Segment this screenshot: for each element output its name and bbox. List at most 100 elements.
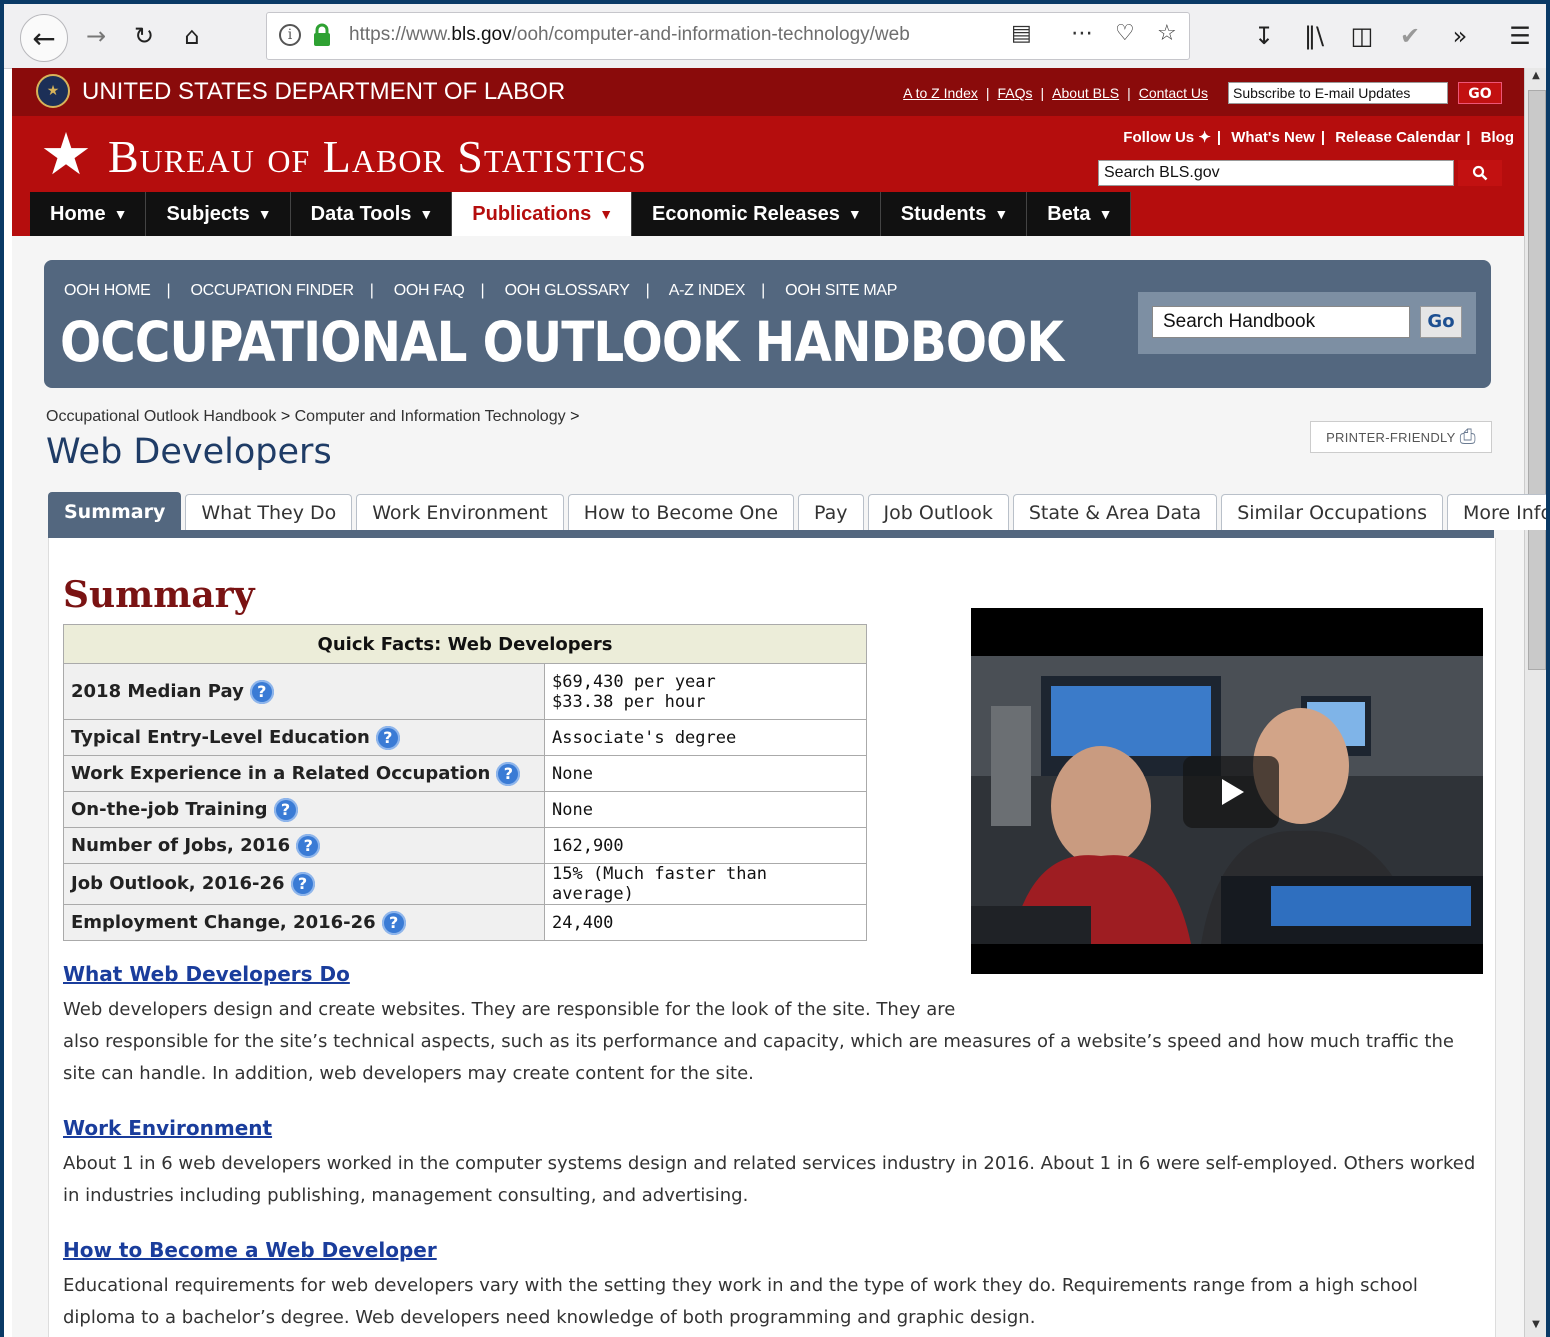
printer-icon: ⎙: [1459, 425, 1476, 448]
tab-summary[interactable]: Summary: [48, 492, 182, 530]
sidebar-icon[interactable]: ◫: [1342, 16, 1382, 56]
reload-button[interactable]: ↻: [124, 16, 164, 56]
whats-new-link[interactable]: What's New: [1231, 129, 1315, 146]
browser-window: ← → ↻ ⌂ i https://www.bls.gov/ooh/comput…: [4, 4, 1546, 1337]
about-bls-link[interactable]: About BLS: [1052, 85, 1119, 101]
bls-title[interactable]: Bureau of Labor Statistics: [108, 130, 647, 183]
bls-search-input[interactable]: Search BLS.gov: [1098, 160, 1454, 186]
video-player[interactable]: [971, 608, 1483, 974]
tab-similar-occupations[interactable]: Similar Occupations: [1221, 494, 1443, 530]
release-calendar-link[interactable]: Release Calendar: [1335, 129, 1460, 146]
scrollbar-thumb[interactable]: [1528, 90, 1546, 670]
caret-down-icon: ▼: [847, 206, 862, 222]
blog-link[interactable]: Blog: [1481, 129, 1514, 146]
reader-view-icon[interactable]: ▤: [1011, 21, 1032, 46]
help-icon[interactable]: ?: [290, 872, 315, 896]
how-to-become-text: Educational requirements for web develop…: [63, 1275, 1418, 1328]
help-icon[interactable]: ?: [496, 761, 521, 786]
ooh-nav: OOH HOME | OCCUPATION FINDER | OOH FAQ | OO…: [64, 282, 898, 299]
printer-friendly-button[interactable]: PRINTER-FRIENDLY ⎙: [1310, 421, 1492, 453]
handbook-search-input[interactable]: Search Handbook: [1152, 306, 1410, 338]
summary-panel: Summary Quick Facts: Web Developers 2018…: [48, 538, 1496, 1337]
subscribe-email-input[interactable]: Subscribe to E-mail Updates: [1228, 82, 1448, 104]
work-environment-link[interactable]: Work Environment: [63, 1116, 272, 1140]
subscribe-go-button[interactable]: GO: [1458, 82, 1502, 104]
help-icon[interactable]: ?: [296, 833, 321, 858]
nav-economic-releases[interactable]: Economic Releases ▼: [632, 192, 881, 236]
summary-heading: Summary: [63, 574, 255, 616]
how-to-become-link[interactable]: How to Become a Web Developer: [63, 1238, 437, 1262]
home-button[interactable]: ⌂: [172, 16, 212, 56]
ooh-site-map-link[interactable]: OOH SITE MAP: [785, 282, 897, 299]
help-icon[interactable]: ?: [249, 679, 274, 704]
breadcrumb-ooh-link[interactable]: Occupational Outlook Handbook: [46, 408, 276, 425]
caret-down-icon: ▼: [599, 206, 614, 222]
ooh-search-box: Search Handbook Go: [1138, 292, 1476, 354]
url-bar[interactable]: i https://www.bls.gov/ooh/computer-and-i…: [266, 12, 1190, 60]
nav-publications[interactable]: Publications ▼: [452, 192, 633, 236]
follow-us-link[interactable]: Follow Us: [1123, 129, 1194, 146]
occupation-finder-link[interactable]: OCCUPATION FINDER: [191, 282, 355, 299]
table-row: Work Experience in a Related Occupation?…: [63, 755, 867, 792]
lock-icon: [314, 23, 330, 46]
nav-data-tools[interactable]: Data Tools ▼: [290, 192, 453, 236]
download-icon[interactable]: ↧: [1244, 16, 1284, 56]
table-row: Number of Jobs, 2016? 162,900: [63, 827, 867, 864]
extension-icon[interactable]: ✔: [1390, 16, 1430, 56]
bls-star-logo-icon[interactable]: ★: [40, 124, 92, 184]
contact-us-link[interactable]: Contact Us: [1139, 85, 1208, 101]
help-icon[interactable]: ?: [273, 797, 298, 822]
ooh-home-link[interactable]: OOH HOME: [64, 282, 151, 299]
tab-underline: [48, 530, 1494, 538]
page-title: Web Developers: [46, 432, 332, 472]
tab-what-they-do[interactable]: What They Do: [185, 494, 353, 530]
ooh-faq-link[interactable]: OOH FAQ: [394, 282, 465, 299]
play-button[interactable]: [1183, 756, 1279, 828]
twitter-icon[interactable]: ✦: [1198, 129, 1211, 146]
tab-state-area-data[interactable]: State & Area Data: [1012, 494, 1218, 530]
help-icon[interactable]: ?: [375, 725, 400, 750]
nav-beta[interactable]: Beta ▼: [1027, 192, 1132, 236]
faqs-link[interactable]: FAQs: [998, 85, 1033, 101]
library-icon[interactable]: ‖\: [1294, 16, 1334, 56]
bls-search-button[interactable]: [1458, 160, 1502, 186]
dol-seal-icon[interactable]: ★: [36, 74, 70, 108]
breadcrumb: Occupational Outlook Handbook > Computer…: [46, 408, 580, 425]
nav-subjects[interactable]: Subjects ▼: [146, 192, 291, 236]
scroll-down-icon[interactable]: ▼: [1528, 1319, 1544, 1335]
ooh-banner: OOH HOME | OCCUPATION FINDER | OOH FAQ | OO…: [44, 260, 1491, 388]
quick-facts-table: Quick Facts: Web Developers 2018 Median …: [63, 624, 867, 941]
tab-more-info[interactable]: More Info: [1446, 494, 1546, 530]
more-actions-icon[interactable]: ⋯: [1071, 21, 1093, 46]
pocket-icon[interactable]: ♡: [1115, 21, 1135, 46]
tab-pay[interactable]: Pay: [798, 494, 864, 530]
back-button[interactable]: ←: [20, 14, 68, 62]
play-icon: [1222, 779, 1244, 805]
vertical-scrollbar[interactable]: ▲ ▼: [1524, 68, 1546, 1337]
forward-button[interactable]: →: [76, 16, 116, 56]
nav-students[interactable]: Students ▼: [880, 192, 1028, 236]
bls-top-links: Follow Us ✦ | What's New | Release Calenda…: [1123, 129, 1514, 146]
what-web-developers-do-link[interactable]: What Web Developers Do: [63, 962, 350, 986]
dol-title[interactable]: UNITED STATES DEPARTMENT OF LABOR: [82, 78, 565, 106]
table-row: Employment Change, 2016-26? 24,400: [63, 904, 867, 941]
a-to-z-index-link[interactable]: A to Z Index: [903, 85, 978, 101]
breadcrumb-computer-it-link[interactable]: Computer and Information Technology: [295, 408, 566, 425]
tab-work-environment[interactable]: Work Environment: [356, 494, 564, 530]
main-nav: Home ▼ Subjects ▼ Data Tools ▼ Publications…: [30, 192, 1132, 236]
table-row: Typical Entry-Level Education? Associate…: [63, 719, 867, 756]
nav-home[interactable]: Home ▼: [30, 192, 147, 236]
table-row: Job Outlook, 2016-26? 15% (Much faster t…: [63, 863, 867, 905]
a-z-index-link[interactable]: A-Z INDEX: [669, 282, 746, 299]
ooh-glossary-link[interactable]: OOH GLOSSARY: [505, 282, 630, 299]
scroll-up-icon[interactable]: ▲: [1528, 70, 1544, 86]
help-icon[interactable]: ?: [381, 910, 406, 935]
tab-job-outlook[interactable]: Job Outlook: [867, 494, 1009, 530]
bookmark-star-icon[interactable]: ☆: [1157, 21, 1177, 46]
info-icon[interactable]: i: [279, 24, 301, 46]
overflow-icon[interactable]: »: [1440, 16, 1480, 56]
tab-how-to-become-one[interactable]: How to Become One: [567, 494, 795, 530]
ooh-title[interactable]: OCCUPATIONAL OUTLOOK HANDBOOK: [60, 310, 1064, 374]
handbook-search-go-button[interactable]: Go: [1420, 306, 1462, 338]
menu-icon[interactable]: ☰: [1500, 16, 1540, 56]
